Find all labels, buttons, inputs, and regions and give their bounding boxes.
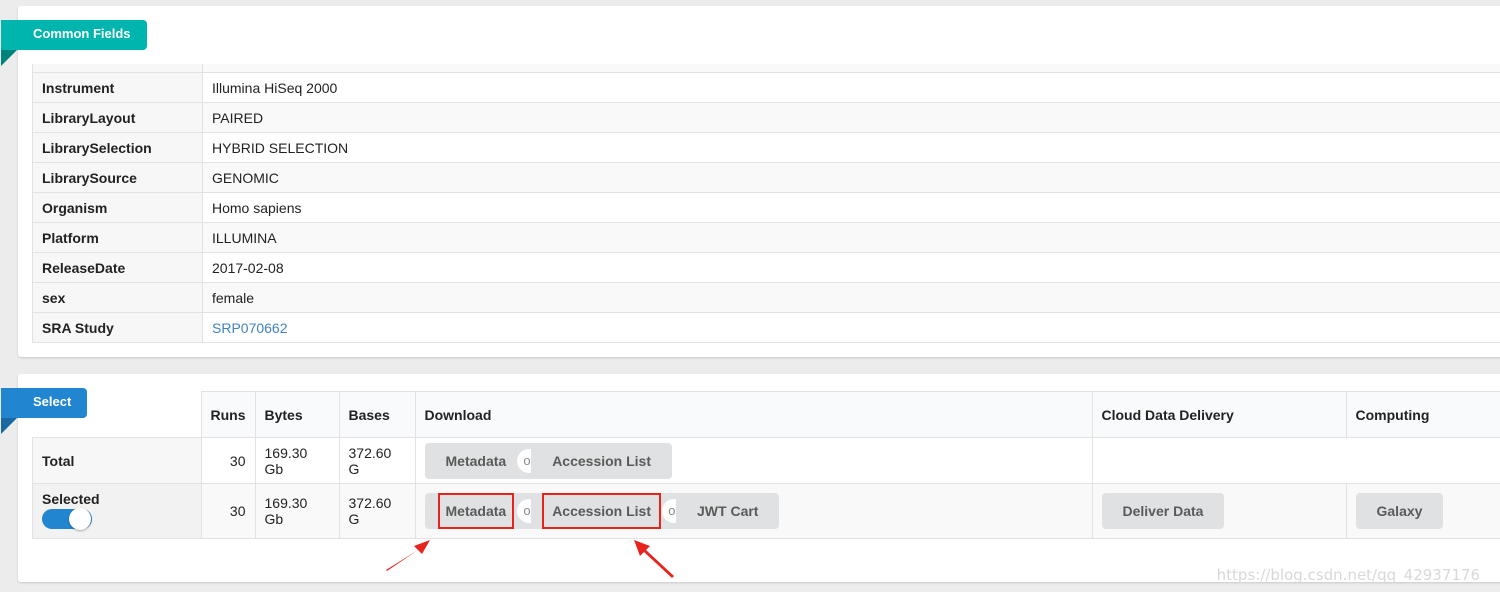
total-bytes: 169.30 Gb: [254, 437, 340, 484]
field-row-platform: Platform ILLUMINA: [32, 222, 1500, 253]
field-key: ReleaseDate: [32, 252, 203, 283]
col-computing: Computing: [1345, 391, 1500, 438]
field-row-organism: Organism Homo sapiens: [32, 192, 1500, 223]
field-row-libraryselection: LibrarySelection HYBRID SELECTION: [32, 132, 1500, 163]
total-row: Total 30 169.30 Gb 372.60 G Metadata or …: [32, 437, 1500, 484]
selected-toggle[interactable]: [42, 507, 92, 530]
select-header-row: Runs Bytes Bases Download Cloud Data Del…: [32, 391, 1500, 438]
total-download-group: Metadata or Accession List: [424, 442, 673, 479]
selected-runs: 30: [200, 483, 256, 539]
field-key: Platform: [32, 222, 203, 253]
selected-row: Selected 30 169.30 Gb 372.60 G Metadata …: [32, 483, 1500, 539]
field-value: PAIRED: [202, 102, 1500, 133]
field-key: Instrument: [32, 72, 203, 103]
field-value: Illumina HiSeq 2000: [202, 72, 1500, 103]
field-value: GENOMIC: [202, 162, 1500, 193]
field-key: Organism: [32, 192, 203, 223]
field-row-releasedate: ReleaseDate 2017-02-08: [32, 252, 1500, 283]
select-ribbon: Select: [1, 388, 88, 418]
sra-study-link[interactable]: SRP070662: [212, 320, 288, 336]
selected-label: Selected: [42, 490, 100, 507]
field-key: LibrarySelection: [32, 132, 203, 163]
field-value: ILLUMINA: [202, 222, 1500, 253]
col-bases: Bases: [338, 391, 416, 438]
field-row-instrument: Instrument Illumina HiSeq 2000: [32, 72, 1500, 103]
total-runs: 30: [200, 437, 256, 484]
selected-bytes: 169.30 Gb: [254, 483, 340, 539]
annotation-arrow-right-icon: [634, 540, 674, 578]
col-bytes: Bytes: [254, 391, 340, 438]
selected-accession-list-button[interactable]: Accession List: [531, 493, 673, 529]
field-row-sra-study: SRA Study SRP070662: [32, 312, 1500, 343]
galaxy-button[interactable]: Galaxy: [1355, 493, 1444, 529]
common-fields-ribbon: Common Fields: [1, 20, 147, 50]
total-label: Total: [32, 437, 202, 484]
field-value: HYBRID SELECTION: [202, 132, 1500, 163]
field-row-sex: sex female: [32, 282, 1500, 313]
field-value: Homo sapiens: [202, 192, 1500, 223]
col-download: Download: [414, 391, 1093, 438]
selected-jwt-cart-button[interactable]: JWT Cart: [676, 493, 780, 529]
total-bases: 372.60 G: [338, 437, 416, 484]
total-metadata-button[interactable]: Metadata: [424, 442, 528, 479]
selected-bases: 372.60 G: [338, 483, 416, 539]
selected-download-group: Metadata or Accession List or JWT Cart: [424, 493, 780, 529]
field-value: 2017-02-08: [202, 252, 1500, 283]
selected-metadata-button[interactable]: Metadata: [424, 493, 528, 529]
select-table: Runs Bytes Bases Download Cloud Data Del…: [32, 391, 1500, 539]
field-row-librarysource: LibrarySource GENOMIC: [32, 162, 1500, 193]
annotation-arrow-left-icon: [386, 540, 430, 571]
col-cloud: Cloud Data Delivery: [1091, 391, 1347, 438]
field-key: SRA Study: [32, 312, 203, 343]
common-fields-table: Instrument Illumina HiSeq 2000 LibraryLay…: [32, 64, 1500, 343]
field-value: female: [202, 282, 1500, 313]
total-accession-list-button[interactable]: Accession List: [531, 442, 673, 479]
field-row-librarylayout: LibraryLayout PAIRED: [32, 102, 1500, 133]
watermark: https://blog.csdn.net/qq_42937176: [1216, 566, 1480, 584]
col-runs: Runs: [200, 391, 256, 438]
field-key: LibrarySource: [32, 162, 203, 193]
deliver-data-button[interactable]: Deliver Data: [1101, 493, 1225, 529]
field-key: LibraryLayout: [32, 102, 203, 133]
field-key: sex: [32, 282, 203, 313]
